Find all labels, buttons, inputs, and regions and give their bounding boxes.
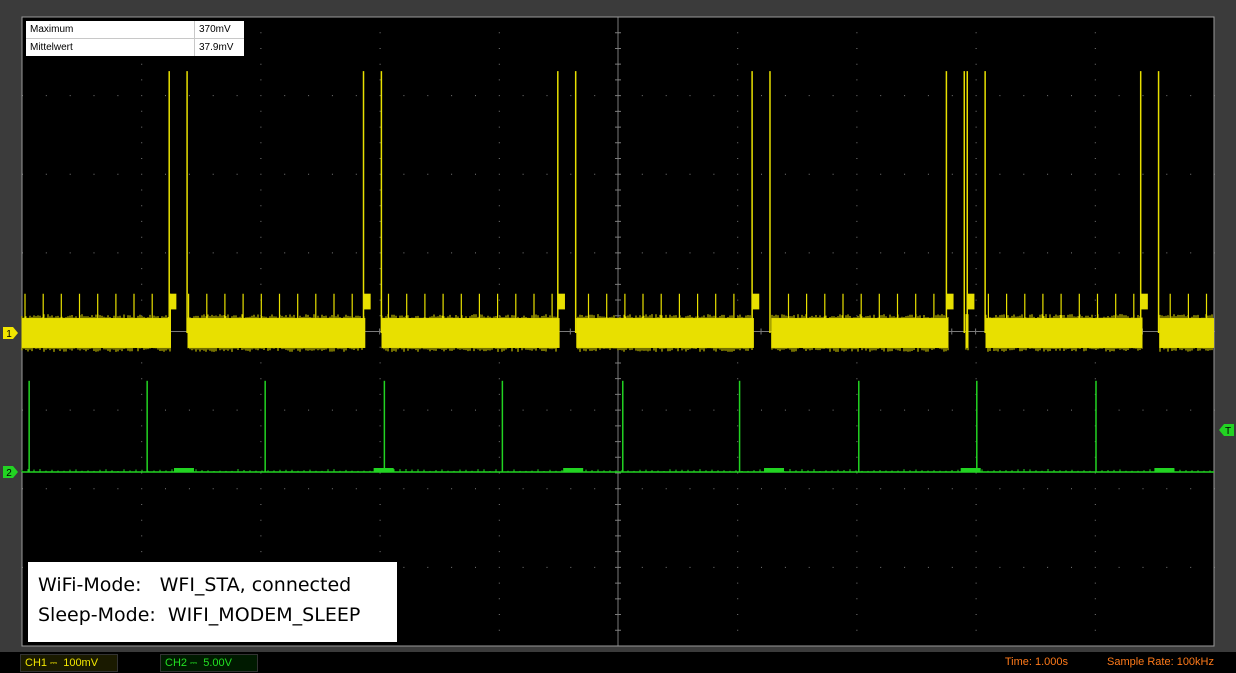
measurement-value: 370mV (199, 24, 231, 35)
measurement-row-mean: Mittelwert 37.9mV (26, 39, 244, 56)
ch1-burst-plateau (752, 293, 760, 310)
measurement-panel: Maximum 370mV Mittelwert 37.9mV (26, 21, 244, 56)
measurement-label: Mittelwert (26, 39, 195, 56)
ch2-bump (764, 468, 785, 472)
trigger-level-marker-label: T (1225, 426, 1231, 437)
timebase-readout[interactable]: Time: 1.000s (1001, 654, 1072, 670)
ch2-bump (563, 468, 584, 472)
ch1-ground-marker-label: 1 (6, 329, 12, 340)
oscilloscope-display: 1 2 T Maximum 370mV Mittelwert 37.9mV WiFi… (0, 0, 1236, 650)
ch1-burst-plateau (557, 293, 565, 310)
ch1-burst-plateau (1140, 293, 1148, 310)
ch1-burst-plateau (946, 293, 954, 310)
status-bar: CH1 ⎓ 100mV CH2 ⎓ 5.00V Time: 1.000s Sample … (0, 652, 1236, 673)
measurement-value: 37.9mV (199, 42, 234, 53)
ch1-burst-plateau (363, 293, 371, 310)
waveform-plot: 1 2 T (3, 16, 1234, 647)
measurement-label: Maximum (26, 21, 195, 38)
ch2-label: CH2 (165, 657, 188, 669)
annotation-box: WiFi-Mode: WFI_STA, connected Sleep-Mode… (28, 562, 397, 642)
ch1-label: CH1 (25, 657, 48, 669)
ch1-noise-segment (381, 318, 560, 348)
ch2-bump (373, 468, 394, 472)
ch1-ground-marker: 1 (3, 327, 18, 340)
ch2-ground-marker: 2 (3, 466, 18, 479)
ch1-scale: 100mV (63, 657, 99, 669)
ch1-scale-indicator[interactable]: CH1 ⎓ 100mV (20, 654, 118, 672)
annotation-wifi-mode: WiFi-Mode: WFI_STA, connected (38, 574, 352, 596)
trigger-level-marker: T (1219, 424, 1234, 437)
ch2-bump (173, 468, 194, 472)
dc-coupling-icon: ⎓ (190, 658, 198, 668)
ch2-bump (960, 468, 981, 472)
ch2-ground-marker-label: 2 (6, 468, 12, 479)
ch1-burst-plateau (967, 293, 975, 310)
ch2-bump (1154, 468, 1175, 472)
sample-rate-readout: Sample Rate: 100kHz (1107, 656, 1214, 668)
measurement-row-maximum: Maximum 370mV (26, 21, 244, 39)
ch2-scale-indicator[interactable]: CH2 ⎓ 5.00V (160, 654, 258, 672)
ch1-noise-segment (576, 318, 754, 348)
dc-coupling-icon: ⎓ (50, 658, 58, 668)
ch1-burst-plateau (169, 293, 177, 310)
ch2-scale: 5.00V (203, 657, 232, 669)
annotation-sleep-mode: Sleep-Mode: WIFI_MODEM_SLEEP (38, 604, 361, 626)
